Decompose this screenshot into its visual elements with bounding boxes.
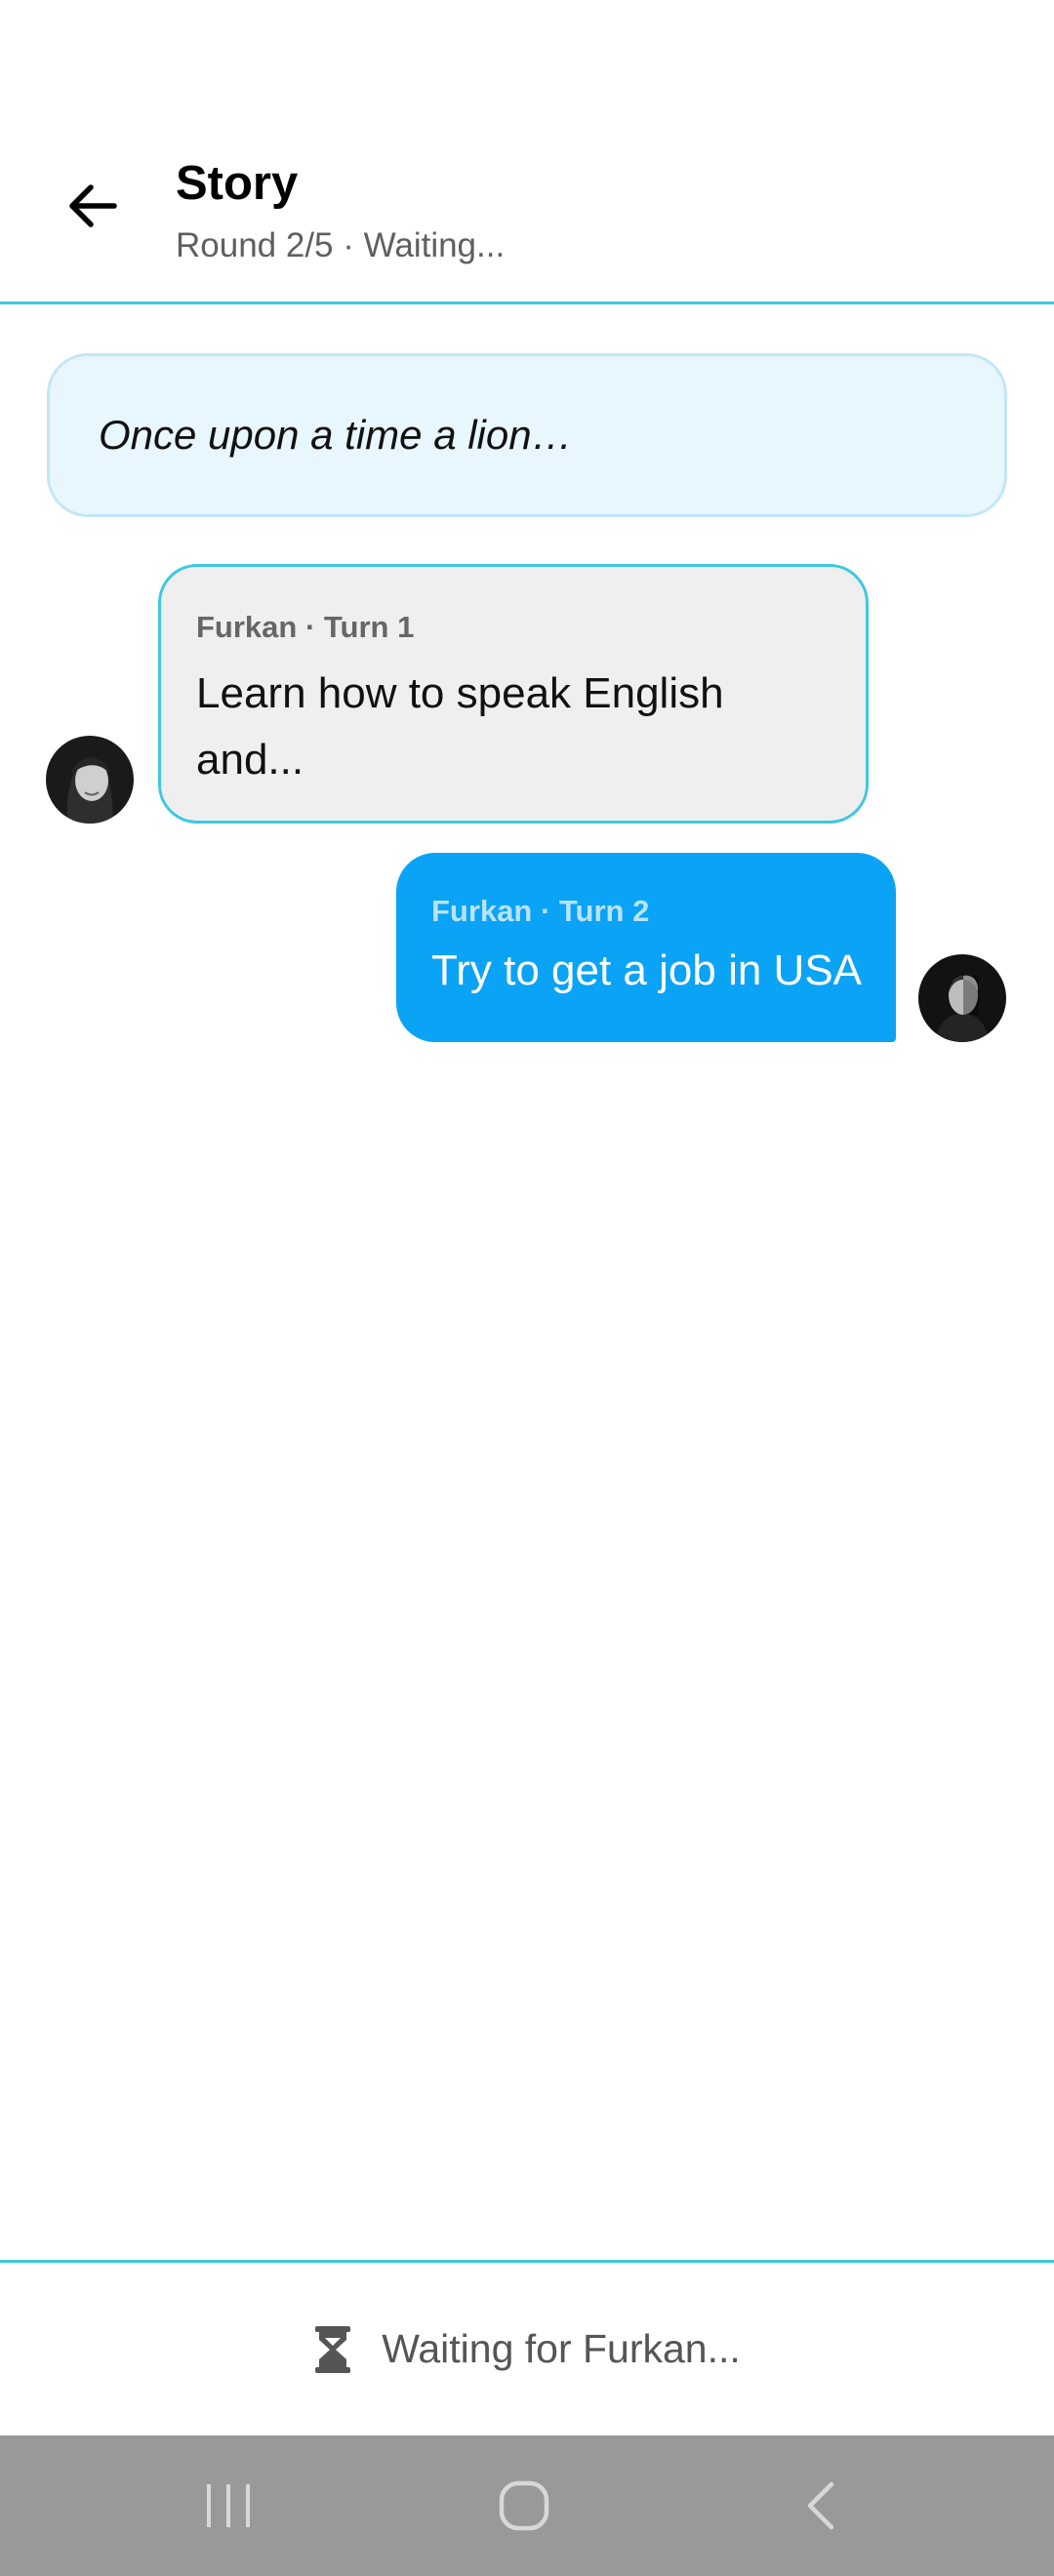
status-footer: Waiting for Furkan... bbox=[0, 2260, 1054, 2435]
message-meta: Furkan · Turn 1 bbox=[196, 610, 415, 644]
recent-apps-button[interactable] bbox=[160, 2435, 297, 2576]
story-prompt-card: Once upon a time a lion… bbox=[47, 353, 1007, 517]
app-header: Story Round 2/5 · Waiting... bbox=[0, 0, 1054, 304]
story-prompt-text: Once upon a time a lion… bbox=[99, 412, 573, 458]
round-status: Round 2/5 · Waiting... bbox=[176, 226, 506, 264]
avatar bbox=[46, 736, 134, 824]
system-navbar bbox=[0, 2435, 1054, 2576]
home-icon bbox=[499, 2480, 549, 2531]
message-text: Try to get a job in USA bbox=[431, 946, 863, 994]
message-bubble-turn-2: Furkan · Turn 2 Try to get a job in USA bbox=[396, 853, 896, 1042]
waiting-status-text: Waiting for Furkan... bbox=[382, 2326, 741, 2371]
message-bubble-turn-1: Furkan · Turn 1 Learn how to speak Engli… bbox=[158, 564, 869, 824]
hourglass-icon bbox=[315, 2325, 351, 2373]
arrow-left-icon bbox=[69, 184, 117, 227]
back-button[interactable] bbox=[51, 164, 135, 248]
back-nav-button[interactable] bbox=[751, 2435, 888, 2576]
page-title: Story bbox=[176, 157, 299, 210]
avatar bbox=[918, 954, 1006, 1042]
message-meta: Furkan · Turn 2 bbox=[431, 894, 650, 928]
back-nav-icon bbox=[807, 2481, 834, 2530]
recent-apps-icon bbox=[207, 2484, 250, 2527]
home-button[interactable] bbox=[456, 2435, 592, 2576]
message-text: Learn how to speak English and... bbox=[196, 669, 724, 784]
